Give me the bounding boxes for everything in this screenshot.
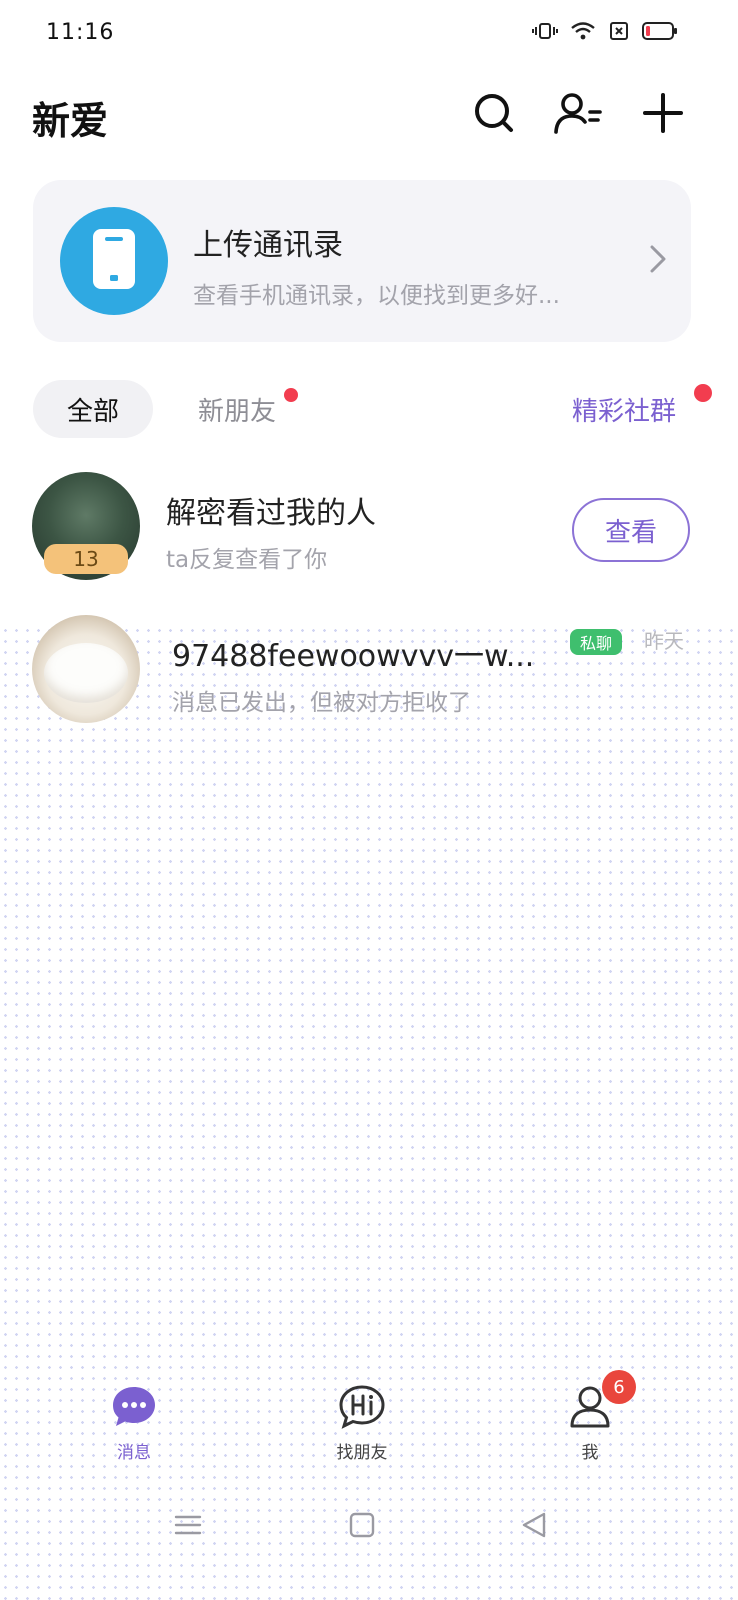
nav-me-label: 我 xyxy=(581,1443,599,1463)
unread-dot xyxy=(694,384,712,402)
tab-new-friends[interactable]: 新朋友 xyxy=(198,380,298,438)
upload-contacts-card[interactable]: 上传通讯录 查看手机通讯录，以便找到更多好... xyxy=(33,180,691,342)
wifi-icon xyxy=(570,20,596,42)
nav-messages[interactable]: 消息 xyxy=(74,1384,194,1463)
notification-badge: 6 xyxy=(602,1370,636,1404)
status-bar: 11:16 xyxy=(0,0,738,66)
list-item[interactable]: 97488feewoowvvv一w... 消息已发出，但被对方拒收了 私聊 昨天 xyxy=(0,615,738,735)
hi-bubble-icon xyxy=(338,1384,386,1434)
tab-community[interactable]: 精彩社群 xyxy=(572,380,712,438)
back-triangle-icon[interactable] xyxy=(520,1511,548,1543)
nav-find-friends-label: 找朋友 xyxy=(336,1443,388,1463)
nav-messages-label: 消息 xyxy=(117,1443,151,1463)
status-icons xyxy=(532,20,678,42)
search-button[interactable] xyxy=(469,90,519,140)
system-nav-bar xyxy=(0,1495,738,1565)
phone-icon xyxy=(91,227,137,295)
visitor-count-badge: 13 xyxy=(44,544,128,574)
search-icon xyxy=(471,90,517,140)
add-button[interactable] xyxy=(638,90,688,140)
view-button[interactable]: 查看 xyxy=(572,498,690,562)
list-item[interactable]: 13 解密看过我的人 ta反复查看了你 查看 xyxy=(0,470,738,590)
sim-icon xyxy=(608,20,630,42)
add-friend-icon xyxy=(553,90,603,140)
list-item-title: 解密看过我的人 xyxy=(166,496,376,531)
page-title: 新爱 xyxy=(32,99,109,143)
header: 新爱 xyxy=(0,84,738,148)
upload-contacts-subtitle: 查看手机通讯录，以便找到更多好... xyxy=(193,283,560,309)
upload-contacts-avatar xyxy=(60,207,168,315)
chat-bubble-icon xyxy=(110,1384,158,1434)
menu-icon[interactable] xyxy=(174,1511,202,1543)
plus-icon xyxy=(641,91,685,139)
list-item-subtitle: ta反复查看了你 xyxy=(166,547,328,573)
filter-tabs: 全部 新朋友 精彩社群 xyxy=(0,380,738,440)
bottom-nav: 消息 找朋友 我 6 xyxy=(0,1370,738,1480)
home-square-icon[interactable] xyxy=(348,1511,376,1543)
tab-community-label: 精彩社群 xyxy=(572,396,677,427)
private-chat-tag: 私聊 xyxy=(570,629,623,655)
battery-icon xyxy=(642,20,678,42)
tab-all[interactable]: 全部 xyxy=(33,380,153,438)
unread-dot xyxy=(284,388,298,402)
vibrate-icon xyxy=(532,20,558,42)
avatar xyxy=(32,615,140,723)
status-time: 11:16 xyxy=(46,20,115,45)
chevron-right-icon xyxy=(649,244,667,278)
upload-contacts-title: 上传通讯录 xyxy=(193,228,343,263)
list-item-subtitle: 消息已发出，但被对方拒收了 xyxy=(172,690,471,716)
tab-new-friends-label: 新朋友 xyxy=(198,396,277,427)
nav-me[interactable]: 我 6 xyxy=(530,1370,650,1463)
add-friend-button[interactable] xyxy=(553,90,603,140)
nav-find-friends[interactable]: 找朋友 xyxy=(302,1384,422,1463)
message-time: 昨天 xyxy=(644,629,684,653)
list-item-title: 97488feewoowvvv一w... xyxy=(172,639,535,674)
